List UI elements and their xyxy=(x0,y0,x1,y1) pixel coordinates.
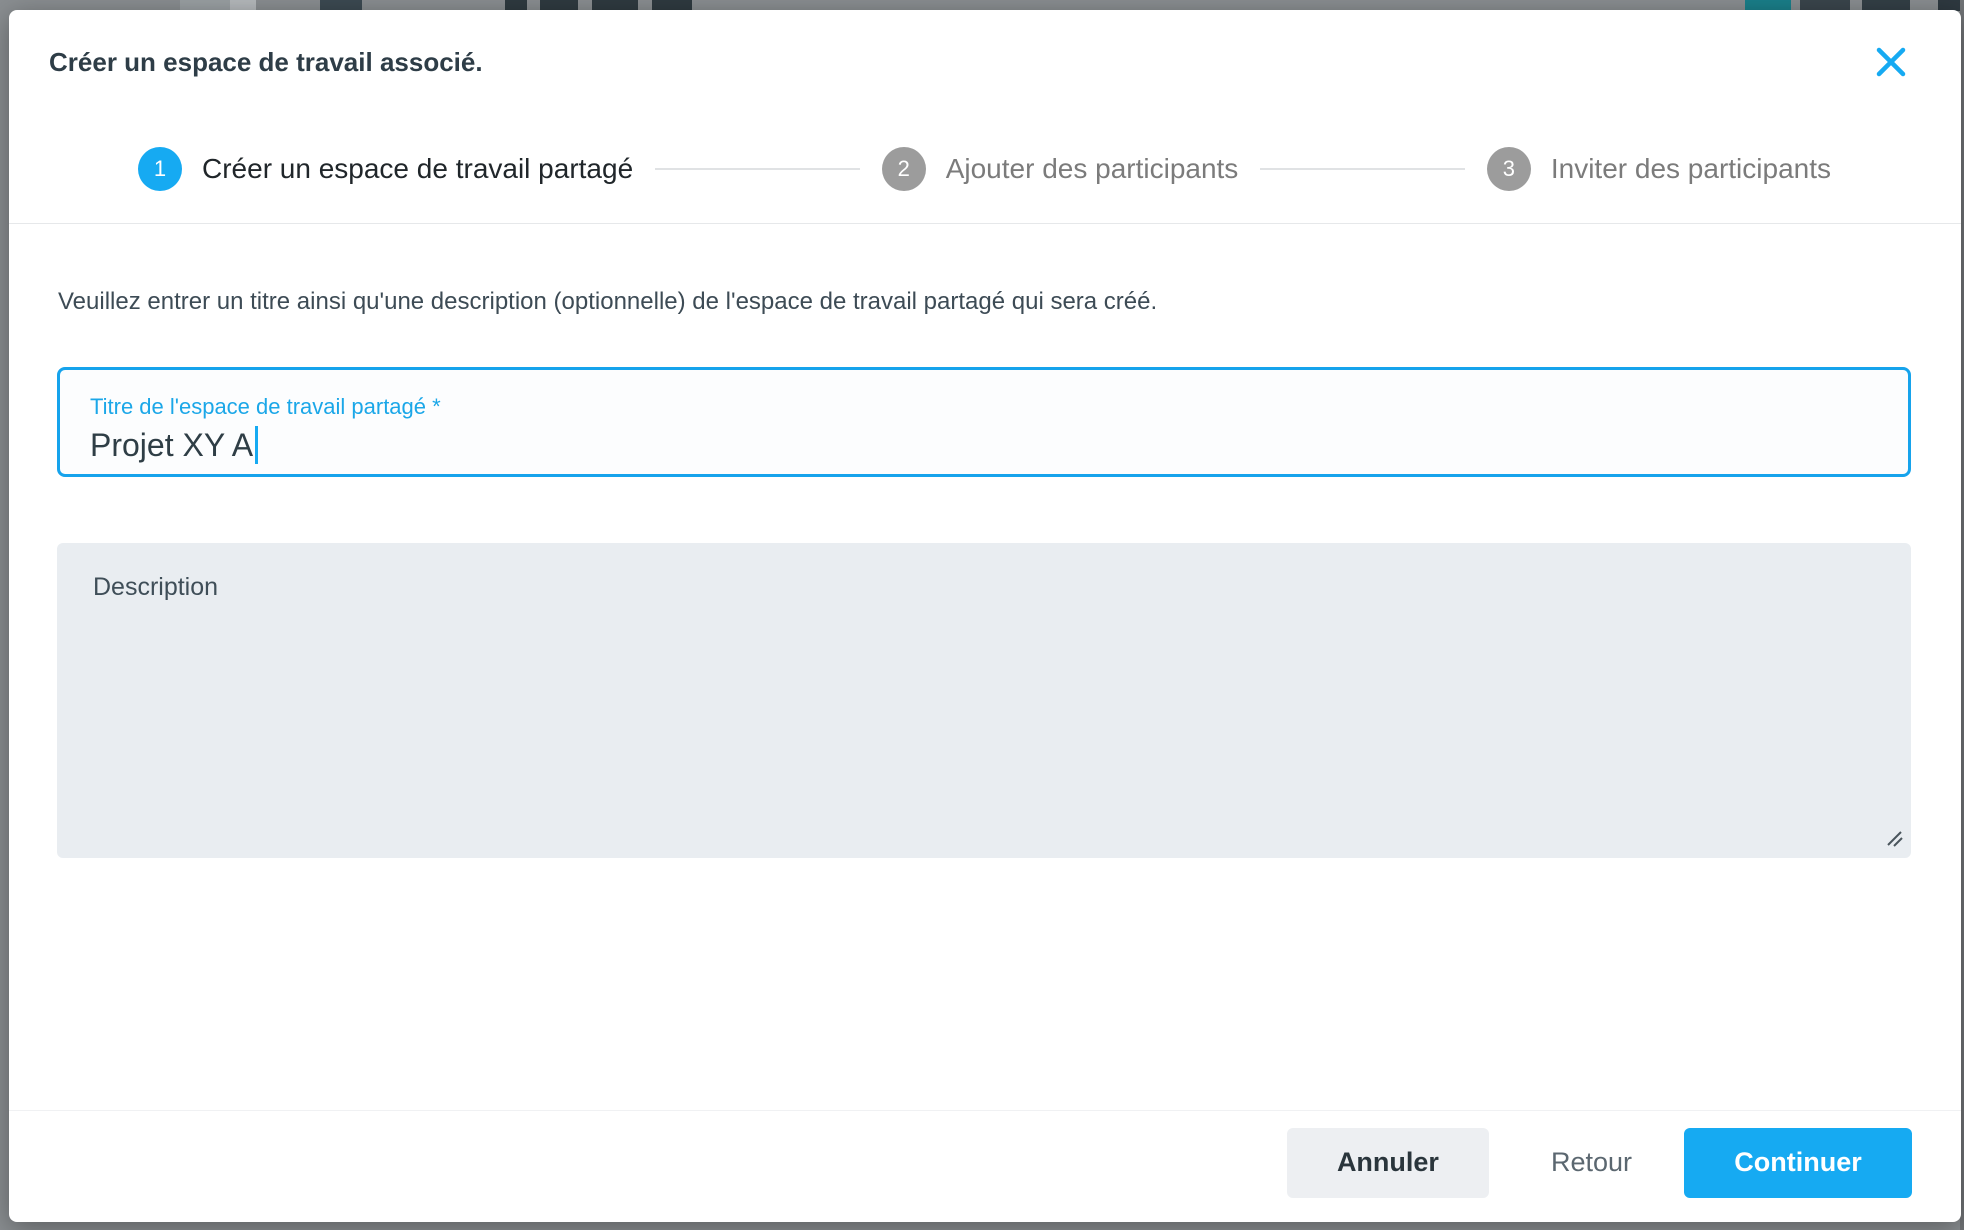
title-input-value: Projet XY A xyxy=(90,426,253,464)
step-3-badge: 3 xyxy=(1487,147,1531,191)
instruction-text: Veuillez entrer un titre ainsi qu'une de… xyxy=(58,285,1911,319)
close-button[interactable] xyxy=(1869,42,1913,86)
text-cursor xyxy=(255,426,258,464)
dialog-header: Créer un espace de travail associé. xyxy=(9,10,1961,86)
step-1-badge: 1 xyxy=(138,147,182,191)
wizard-stepper: 1 Créer un espace de travail partagé 2 A… xyxy=(9,147,1961,191)
description-input[interactable] xyxy=(57,543,1911,858)
step-1-label: Créer un espace de travail partagé xyxy=(202,153,633,185)
title-input-label: Titre de l'espace de travail partagé * xyxy=(90,394,1878,420)
step-3-label: Inviter des participants xyxy=(1551,153,1831,185)
back-button[interactable]: Retour xyxy=(1541,1128,1642,1198)
create-workspace-dialog: Créer un espace de travail associé. 1 Cr… xyxy=(9,10,1961,1222)
step-add-participants[interactable]: 2 Ajouter des participants xyxy=(882,147,1239,191)
step-2-badge: 2 xyxy=(882,147,926,191)
dialog-title: Créer un espace de travail associé. xyxy=(49,44,483,80)
stepper-connector xyxy=(1260,168,1465,170)
step-invite-participants[interactable]: 3 Inviter des participants xyxy=(1487,147,1831,191)
close-icon xyxy=(1875,46,1907,83)
title-input[interactable]: Titre de l'espace de travail partagé * P… xyxy=(57,367,1911,477)
cancel-button[interactable]: Annuler xyxy=(1287,1128,1489,1198)
continue-button[interactable]: Continuer xyxy=(1684,1128,1912,1198)
dialog-footer: Annuler Retour Continuer xyxy=(9,1110,1961,1222)
step-2-label: Ajouter des participants xyxy=(946,153,1239,185)
dialog-body: Veuillez entrer un titre ainsi qu'une de… xyxy=(9,224,1961,858)
stepper-connector xyxy=(655,168,860,170)
resize-handle-icon[interactable] xyxy=(1885,829,1903,852)
step-create-workspace[interactable]: 1 Créer un espace de travail partagé xyxy=(138,147,633,191)
